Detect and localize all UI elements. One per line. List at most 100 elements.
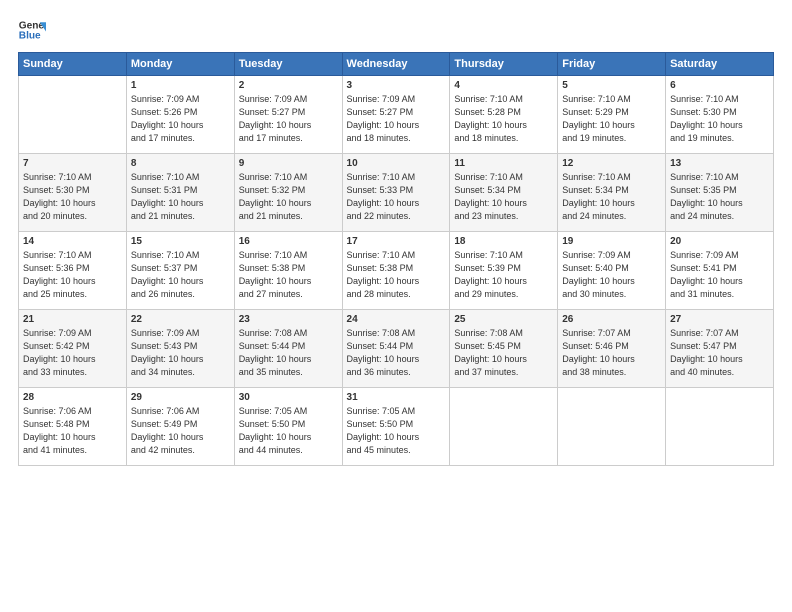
table-row: 26 Sunrise: 7:07 AM Sunset: 5:46 PM Dayli…: [558, 310, 666, 388]
table-row: 7 Sunrise: 7:10 AM Sunset: 5:30 PM Daylig…: [19, 154, 127, 232]
table-row: 1 Sunrise: 7:09 AM Sunset: 5:26 PM Daylig…: [126, 76, 234, 154]
table-row: 30 Sunrise: 7:05 AM Sunset: 5:50 PM Dayli…: [234, 388, 342, 466]
cell-content: Sunrise: 7:10 AM Sunset: 5:34 PM Dayligh…: [562, 171, 661, 223]
day-number: 11: [454, 158, 553, 169]
col-header-monday: Monday: [126, 53, 234, 76]
col-header-wednesday: Wednesday: [342, 53, 450, 76]
table-row: 14 Sunrise: 7:10 AM Sunset: 5:36 PM Dayli…: [19, 232, 127, 310]
cell-content: Sunrise: 7:09 AM Sunset: 5:42 PM Dayligh…: [23, 327, 122, 379]
day-number: 27: [670, 314, 769, 325]
day-number: 15: [131, 236, 230, 247]
cell-content: Sunrise: 7:09 AM Sunset: 5:41 PM Dayligh…: [670, 249, 769, 301]
cell-content: Sunrise: 7:10 AM Sunset: 5:33 PM Dayligh…: [347, 171, 446, 223]
cell-content: Sunrise: 7:10 AM Sunset: 5:35 PM Dayligh…: [670, 171, 769, 223]
day-number: 30: [239, 392, 338, 403]
table-row: 5 Sunrise: 7:10 AM Sunset: 5:29 PM Daylig…: [558, 76, 666, 154]
table-row: 28 Sunrise: 7:06 AM Sunset: 5:48 PM Dayli…: [19, 388, 127, 466]
cell-content: Sunrise: 7:06 AM Sunset: 5:48 PM Dayligh…: [23, 405, 122, 457]
cell-content: Sunrise: 7:10 AM Sunset: 5:30 PM Dayligh…: [670, 93, 769, 145]
day-number: 9: [239, 158, 338, 169]
day-number: 3: [347, 80, 446, 91]
table-row: 19 Sunrise: 7:09 AM Sunset: 5:40 PM Dayli…: [558, 232, 666, 310]
day-number: 18: [454, 236, 553, 247]
day-number: 28: [23, 392, 122, 403]
cell-content: Sunrise: 7:08 AM Sunset: 5:44 PM Dayligh…: [347, 327, 446, 379]
cell-content: Sunrise: 7:06 AM Sunset: 5:49 PM Dayligh…: [131, 405, 230, 457]
day-number: 22: [131, 314, 230, 325]
table-row: 25 Sunrise: 7:08 AM Sunset: 5:45 PM Dayli…: [450, 310, 558, 388]
cell-content: Sunrise: 7:10 AM Sunset: 5:32 PM Dayligh…: [239, 171, 338, 223]
cell-content: Sunrise: 7:07 AM Sunset: 5:47 PM Dayligh…: [670, 327, 769, 379]
table-row: 2 Sunrise: 7:09 AM Sunset: 5:27 PM Daylig…: [234, 76, 342, 154]
table-row: 13 Sunrise: 7:10 AM Sunset: 5:35 PM Dayli…: [666, 154, 774, 232]
table-row: 17Sunrise: 7:10 AM Sunset: 5:38 PM Dayli…: [342, 232, 450, 310]
table-row: 15 Sunrise: 7:10 AM Sunset: 5:37 PM Dayli…: [126, 232, 234, 310]
day-number: 26: [562, 314, 661, 325]
cell-content: Sunrise: 7:10 AM Sunset: 5:38 PM Dayligh…: [239, 249, 338, 301]
day-number: 2: [239, 80, 338, 91]
table-row: 24 Sunrise: 7:08 AM Sunset: 5:44 PM Dayli…: [342, 310, 450, 388]
day-number: 24: [347, 314, 446, 325]
cell-content: Sunrise: 7:07 AM Sunset: 5:46 PM Dayligh…: [562, 327, 661, 379]
cell-content: Sunrise: 7:08 AM Sunset: 5:44 PM Dayligh…: [239, 327, 338, 379]
day-number: 13: [670, 158, 769, 169]
cell-content: Sunrise: 7:09 AM Sunset: 5:40 PM Dayligh…: [562, 249, 661, 301]
table-row: 23 Sunrise: 7:08 AM Sunset: 5:44 PM Dayli…: [234, 310, 342, 388]
cell-content: Sunrise: 7:05 AM Sunset: 5:50 PM Dayligh…: [347, 405, 446, 457]
day-number: 20: [670, 236, 769, 247]
header: General Blue: [18, 16, 774, 44]
col-header-tuesday: Tuesday: [234, 53, 342, 76]
cell-content: Sunrise: 7:08 AM Sunset: 5:45 PM Dayligh…: [454, 327, 553, 379]
table-row: 18 Sunrise: 7:10 AM Sunset: 5:39 PM Dayli…: [450, 232, 558, 310]
day-number: 4: [454, 80, 553, 91]
day-number: 6: [670, 80, 769, 91]
cell-content: Sunrise: 7:09 AM Sunset: 5:27 PM Dayligh…: [239, 93, 338, 145]
logo: General Blue: [18, 16, 48, 44]
col-header-thursday: Thursday: [450, 53, 558, 76]
table-row: 29 Sunrise: 7:06 AM Sunset: 5:49 PM Dayli…: [126, 388, 234, 466]
table-row: [666, 388, 774, 466]
day-number: 1: [131, 80, 230, 91]
cell-content: Sunrise: 7:10 AM Sunset: 5:37 PM Dayligh…: [131, 249, 230, 301]
cell-content: Sunrise: 7:09 AM Sunset: 5:43 PM Dayligh…: [131, 327, 230, 379]
cell-content: Sunrise: 7:10 AM Sunset: 5:39 PM Dayligh…: [454, 249, 553, 301]
day-number: 23: [239, 314, 338, 325]
day-number: 25: [454, 314, 553, 325]
cell-content: Sunrise: 7:05 AM Sunset: 5:50 PM Dayligh…: [239, 405, 338, 457]
day-number: 14: [23, 236, 122, 247]
day-number: 12: [562, 158, 661, 169]
day-number: 10: [347, 158, 446, 169]
day-number: 8: [131, 158, 230, 169]
col-header-sunday: Sunday: [19, 53, 127, 76]
table-row: 12 Sunrise: 7:10 AM Sunset: 5:34 PM Dayli…: [558, 154, 666, 232]
cell-content: Sunrise: 7:10 AM Sunset: 5:38 PM Dayligh…: [347, 249, 446, 301]
col-header-saturday: Saturday: [666, 53, 774, 76]
table-row: 11 Sunrise: 7:10 AM Sunset: 5:34 PM Dayli…: [450, 154, 558, 232]
cell-content: Sunrise: 7:10 AM Sunset: 5:28 PM Dayligh…: [454, 93, 553, 145]
day-number: 16: [239, 236, 338, 247]
cell-content: Sunrise: 7:09 AM Sunset: 5:26 PM Dayligh…: [131, 93, 230, 145]
table-row: 4 Sunrise: 7:10 AM Sunset: 5:28 PM Daylig…: [450, 76, 558, 154]
day-number: 19: [562, 236, 661, 247]
day-number: 21: [23, 314, 122, 325]
table-row: 31 Sunrise: 7:05 AM Sunset: 5:50 PM Dayli…: [342, 388, 450, 466]
table-row: 16 Sunrise: 7:10 AM Sunset: 5:38 PM Dayli…: [234, 232, 342, 310]
calendar-table: SundayMondayTuesdayWednesdayThursdayFrid…: [18, 52, 774, 466]
table-row: [450, 388, 558, 466]
day-number: 5: [562, 80, 661, 91]
calendar-page: General Blue SundayMondayTuesdayWednesda…: [0, 0, 792, 612]
table-row: 27 Sunrise: 7:07 AM Sunset: 5:47 PM Dayli…: [666, 310, 774, 388]
table-row: 21 Sunrise: 7:09 AM Sunset: 5:42 PM Dayli…: [19, 310, 127, 388]
cell-content: Sunrise: 7:10 AM Sunset: 5:31 PM Dayligh…: [131, 171, 230, 223]
table-row: [19, 76, 127, 154]
cell-content: Sunrise: 7:10 AM Sunset: 5:29 PM Dayligh…: [562, 93, 661, 145]
cell-content: Sunrise: 7:10 AM Sunset: 5:34 PM Dayligh…: [454, 171, 553, 223]
day-number: 7: [23, 158, 122, 169]
cell-content: Sunrise: 7:10 AM Sunset: 5:36 PM Dayligh…: [23, 249, 122, 301]
svg-text:Blue: Blue: [19, 31, 41, 42]
table-row: 8 Sunrise: 7:10 AM Sunset: 5:31 PM Daylig…: [126, 154, 234, 232]
day-number: 29: [131, 392, 230, 403]
col-header-friday: Friday: [558, 53, 666, 76]
day-number: 31: [347, 392, 446, 403]
cell-content: Sunrise: 7:10 AM Sunset: 5:30 PM Dayligh…: [23, 171, 122, 223]
